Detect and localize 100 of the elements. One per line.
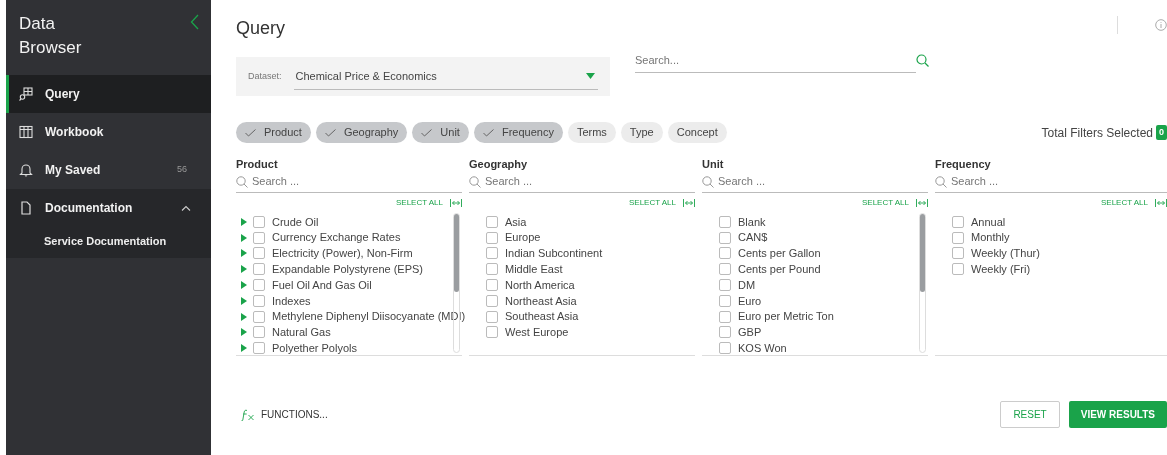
checkbox[interactable] [486, 279, 498, 292]
expand-width-icon[interactable] [450, 199, 462, 207]
checkbox[interactable] [486, 326, 498, 339]
option-label: Weekly (Fri) [971, 262, 1031, 278]
expand-width-icon[interactable] [916, 199, 928, 207]
option-label: Weekly (Thur) [971, 246, 1040, 262]
expand-arrow-icon[interactable] [241, 217, 247, 226]
expand-arrow-icon[interactable] [241, 296, 247, 305]
collapse-icon[interactable] [190, 14, 199, 30]
column-title: Geography [469, 158, 528, 170]
option-label: DM [738, 277, 756, 293]
checkbox[interactable] [486, 231, 498, 244]
option-label: Indian Subcontinent [505, 246, 603, 262]
filter-chip[interactable]: Product [236, 122, 311, 143]
checkbox[interactable] [952, 231, 964, 244]
checkbox[interactable] [719, 294, 731, 307]
page-title: Query [236, 17, 286, 40]
checkbox[interactable] [253, 310, 265, 323]
option-label: Natural Gas [272, 325, 331, 341]
column-search-field[interactable]: Search ... [702, 173, 928, 190]
saved-count: 56 [177, 163, 187, 177]
option-label: Monthly [971, 230, 1010, 246]
option-label: GBP [738, 325, 762, 341]
column-search-field[interactable]: Search ... [236, 173, 462, 190]
sidebar-item[interactable]: My Saved 56 [6, 151, 211, 189]
checkbox[interactable] [719, 231, 731, 244]
option-label: Annual [971, 214, 1006, 230]
checkbox[interactable] [719, 342, 731, 355]
option-label: Northeast Asia [505, 293, 577, 309]
check-icon [482, 128, 494, 137]
expand-arrow-icon[interactable] [241, 249, 247, 258]
checkbox[interactable] [719, 247, 731, 260]
filter-chip[interactable]: Concept [667, 122, 727, 143]
checkbox[interactable] [952, 247, 964, 260]
functions-link[interactable]: FUNCTIONS... [236, 407, 328, 422]
check-icon [324, 128, 336, 137]
checkbox[interactable] [253, 263, 265, 276]
checkbox[interactable] [719, 263, 731, 276]
expand-width-icon[interactable] [1155, 199, 1167, 207]
option-label: North America [505, 277, 575, 293]
checkbox[interactable] [952, 215, 964, 228]
checkbox[interactable] [486, 310, 498, 323]
sidebar-item[interactable]: Documentation [6, 189, 211, 227]
checkbox[interactable] [253, 279, 265, 292]
checkbox[interactable] [486, 215, 498, 228]
checkbox[interactable] [719, 326, 731, 339]
option-label: Cents per Gallon [738, 246, 821, 262]
expand-arrow-icon[interactable] [241, 281, 247, 290]
sidebar-item[interactable]: Query [6, 75, 211, 113]
select-all-link[interactable]: SELECT ALL [396, 197, 443, 209]
filter-chip[interactable]: Terms [567, 122, 616, 143]
sidebar-item[interactable]: Workbook [6, 113, 211, 151]
checkbox[interactable] [253, 231, 265, 244]
filter-chip[interactable]: Type [620, 122, 663, 143]
column-title: Frequency [935, 158, 991, 170]
dataset-dropdown[interactable]: Chemical Price & Economics [293, 63, 598, 90]
check-icon [245, 128, 256, 137]
checkbox[interactable] [486, 263, 498, 276]
document-icon [19, 201, 33, 215]
checkbox[interactable] [719, 279, 731, 292]
option-label: KOS Won [738, 341, 787, 357]
checkbox[interactable] [486, 294, 498, 307]
checkbox[interactable] [719, 310, 731, 323]
column-search-field[interactable]: Search ... [469, 173, 695, 190]
expand-arrow-icon[interactable] [241, 312, 247, 321]
expand-arrow-icon[interactable] [241, 265, 247, 274]
select-all-link[interactable]: SELECT ALL [629, 197, 676, 209]
filter-chip[interactable]: Geography [315, 122, 408, 143]
app-title: Data Browser [19, 13, 82, 59]
expand-width-icon[interactable] [683, 199, 695, 207]
filter-chip[interactable]: Unit [412, 122, 469, 143]
checkbox[interactable] [719, 215, 731, 228]
option-label: Indexes [272, 293, 311, 309]
checkbox[interactable] [253, 294, 265, 307]
expand-arrow-icon[interactable] [241, 344, 247, 353]
info-icon[interactable] [1155, 19, 1167, 31]
column-search-field[interactable]: Search ... [935, 173, 1167, 190]
option-label: Euro [738, 293, 762, 309]
expand-arrow-icon[interactable] [241, 328, 247, 337]
option-label: West Europe [505, 325, 569, 341]
select-all-link[interactable]: SELECT ALL [1101, 197, 1148, 209]
checkbox[interactable] [253, 247, 265, 260]
search-icon [702, 175, 714, 188]
select-all-link[interactable]: SELECT ALL [862, 197, 909, 209]
chevron-icon[interactable] [181, 205, 191, 211]
checkbox[interactable] [253, 342, 265, 355]
checkbox[interactable] [253, 215, 265, 228]
search-field[interactable]: Search... [635, 47, 916, 73]
table-icon [19, 125, 33, 139]
caret-icon [586, 73, 595, 79]
checkbox[interactable] [952, 263, 964, 276]
checkbox[interactable] [486, 247, 498, 260]
expand-arrow-icon[interactable] [241, 233, 247, 242]
option-label: Crude Oil [272, 214, 319, 230]
search-icon [469, 175, 481, 188]
option-label: Middle East [505, 262, 563, 278]
option-label: Euro per Metric Ton [738, 309, 834, 325]
sidebar-subitem[interactable]: Service Documentation [6, 227, 211, 258]
checkbox[interactable] [253, 326, 265, 339]
filter-chip[interactable]: Frequency [473, 122, 563, 143]
